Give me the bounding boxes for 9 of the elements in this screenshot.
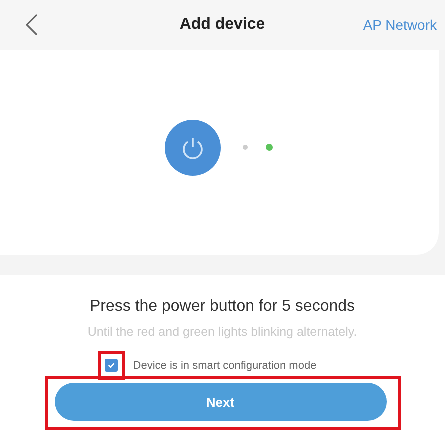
power-button-icon [165, 120, 221, 176]
checkbox[interactable] [105, 359, 118, 372]
back-icon[interactable] [26, 14, 38, 36]
checkbox-label: Device is in smart configuration mode [133, 360, 317, 372]
instruction-title: Press the power button for 5 seconds [90, 298, 356, 316]
check-icon [107, 361, 116, 370]
ap-network-link[interactable]: AP Network [363, 17, 437, 33]
screen-title: Add device [180, 16, 266, 34]
next-button[interactable]: Next [54, 383, 386, 421]
